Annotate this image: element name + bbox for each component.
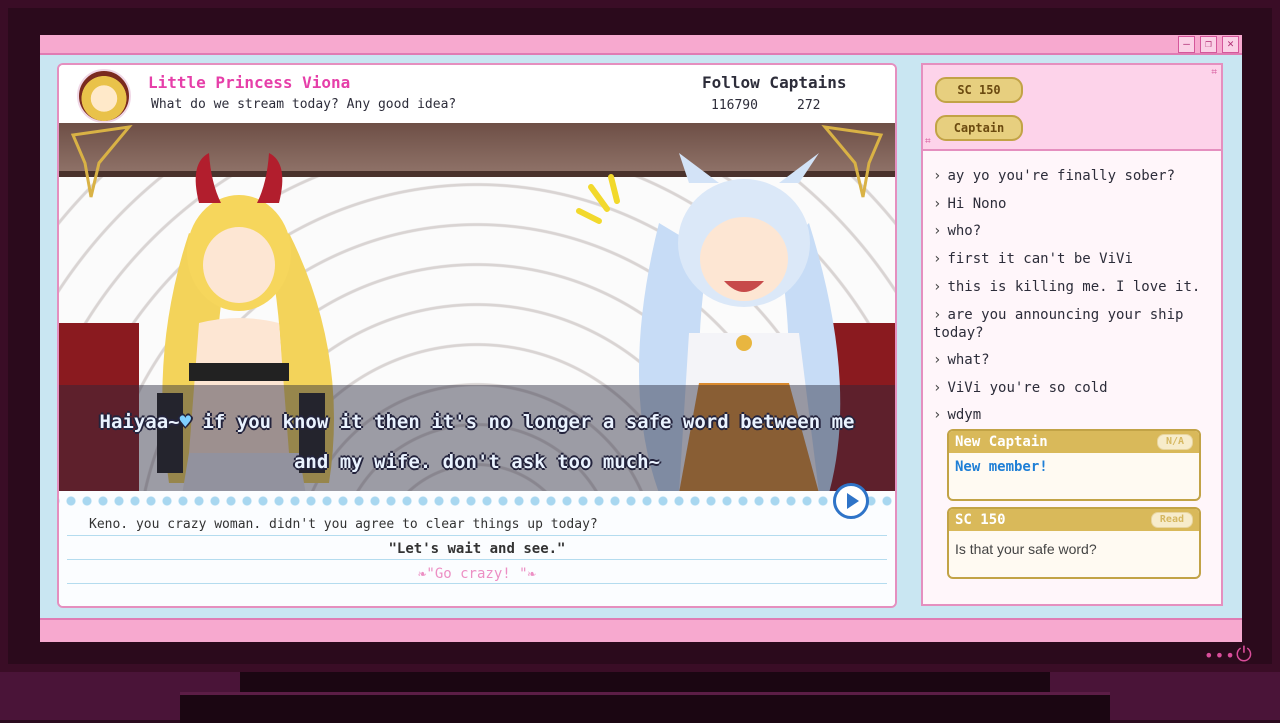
minimize-button[interactable]: – bbox=[1178, 36, 1195, 53]
gold-ornament-left-icon bbox=[70, 124, 133, 198]
monitor-stand bbox=[180, 692, 1110, 723]
chat-message-text: this is killing me. I love it. bbox=[947, 279, 1201, 295]
chat-message-text: are you announcing your ship today? bbox=[933, 307, 1184, 341]
dialog-line: Keno. you crazy woman. didn't you agree … bbox=[89, 517, 598, 532]
chevron-right-icon: › bbox=[933, 380, 942, 396]
chevron-right-icon: › bbox=[933, 407, 942, 423]
surprise-lines-icon bbox=[576, 174, 620, 224]
chat-highlight-area: SC 150 Captain ⌗ ⌗ bbox=[923, 65, 1221, 151]
chat-message: › are you announcing your ship today? bbox=[933, 306, 1219, 342]
chat-message-text: ay yo you're finally sober? bbox=[947, 168, 1176, 184]
chevron-right-icon: › bbox=[933, 196, 942, 212]
dialog-rule bbox=[67, 559, 887, 560]
dialog-choice-wait[interactable]: "Let's wait and see." bbox=[59, 541, 895, 557]
stream-description: What do we stream today? Any good idea? bbox=[151, 97, 457, 112]
close-button[interactable]: ✕ bbox=[1222, 36, 1239, 53]
chat-message-text: what? bbox=[947, 352, 990, 368]
streamer-name: Little Princess Viona bbox=[148, 73, 351, 92]
card-body: New member! bbox=[955, 459, 1048, 475]
captain-pill[interactable]: Captain bbox=[935, 115, 1023, 141]
subtitle-line-2: and my wife. don't ask too much~ bbox=[293, 451, 661, 473]
chat-message-text: who? bbox=[947, 223, 982, 239]
follow-count-captains: 272 bbox=[797, 98, 821, 113]
stream-header: Little Princess Viona What do we stream … bbox=[59, 65, 895, 123]
stream-scene: Haiyaa~♥ if you know it then it's no lon… bbox=[59, 123, 895, 491]
chat-message: › ViVi you're so cold bbox=[933, 379, 1219, 397]
chat-message: › Hi Nono bbox=[933, 195, 1219, 213]
sc-pill[interactable]: SC 150 bbox=[935, 77, 1023, 103]
chevron-right-icon: › bbox=[933, 251, 942, 267]
chat-message-text: Hi Nono bbox=[947, 196, 1007, 212]
chat-message: › wdym bbox=[933, 406, 1219, 424]
card-status-tag: Read bbox=[1150, 512, 1193, 528]
streamer-avatar[interactable] bbox=[77, 69, 131, 123]
card-status-tag: N/A bbox=[1156, 434, 1193, 450]
window-footer-bar bbox=[40, 618, 1242, 642]
power-icon[interactable]: ⏻ bbox=[1236, 644, 1252, 664]
subtitle-rest: if you know it then it's no longer a saf… bbox=[191, 411, 855, 433]
subtitle-band bbox=[59, 385, 895, 491]
more-dots-icon[interactable]: ••• bbox=[1204, 646, 1236, 665]
card-header: New Captain N/A bbox=[949, 431, 1199, 453]
dialog-box: Keno. you crazy woman. didn't you agree … bbox=[59, 491, 895, 606]
card-title: SC 150 bbox=[955, 512, 1006, 528]
chevron-right-icon: › bbox=[933, 279, 942, 295]
stream-window: – ❐ ✕ Little Princess Viona What do we s… bbox=[40, 35, 1242, 642]
heart-icon: ♥ bbox=[179, 411, 192, 433]
chat-message: › this is killing me. I love it. bbox=[933, 278, 1219, 296]
card-body: Is that your safe word? bbox=[955, 541, 1097, 557]
follow-count-total: 116790 bbox=[711, 98, 758, 113]
card-title: New Captain bbox=[955, 434, 1048, 450]
subtitle-line-1: Haiyaa~♥ if you know it then it's no lon… bbox=[59, 411, 895, 433]
chat-message: › first it can't be ViVi bbox=[933, 250, 1219, 268]
follow-captains-title: Follow Captains bbox=[702, 73, 847, 92]
window-titlebar: – ❐ ✕ bbox=[40, 35, 1242, 55]
dialog-rule bbox=[67, 535, 887, 536]
chevron-right-icon: › bbox=[933, 307, 942, 323]
super-chat-card[interactable]: SC 150 Read Is that your safe word? bbox=[947, 507, 1201, 579]
dialog-rule bbox=[67, 583, 887, 584]
chat-message-text: wdym bbox=[947, 407, 982, 423]
card-header: SC 150 Read bbox=[949, 509, 1199, 531]
gold-ornament-right-icon bbox=[821, 124, 884, 198]
dialog-choice-crazy[interactable]: ❧"Go crazy! "❧ bbox=[59, 566, 895, 582]
chat-message: › what? bbox=[933, 351, 1219, 369]
chat-message-text: first it can't be ViVi bbox=[947, 251, 1133, 267]
subtitle-prefix: Haiyaa~ bbox=[99, 411, 180, 433]
resize-corner-icon[interactable]: ⌗ bbox=[1211, 67, 1217, 78]
monitor-stand-neck bbox=[240, 672, 1050, 692]
play-button[interactable] bbox=[833, 483, 869, 519]
chat-message: › ay yo you're finally sober? bbox=[933, 167, 1219, 185]
stream-panel: Little Princess Viona What do we stream … bbox=[57, 63, 897, 608]
new-captain-card[interactable]: New Captain N/A New member! bbox=[947, 429, 1201, 501]
chevron-right-icon: › bbox=[933, 223, 942, 239]
chevron-right-icon: › bbox=[933, 352, 942, 368]
chevron-right-icon: › bbox=[933, 168, 942, 184]
resize-corner-icon[interactable]: ⌗ bbox=[925, 136, 931, 147]
dialog-dot-border bbox=[59, 495, 895, 507]
restore-button[interactable]: ❐ bbox=[1200, 36, 1217, 53]
chat-message-text: ViVi you're so cold bbox=[947, 380, 1108, 396]
chat-message: › who? bbox=[933, 222, 1219, 240]
chat-panel: SC 150 Captain ⌗ ⌗ › ay yo you're finally… bbox=[921, 63, 1223, 606]
